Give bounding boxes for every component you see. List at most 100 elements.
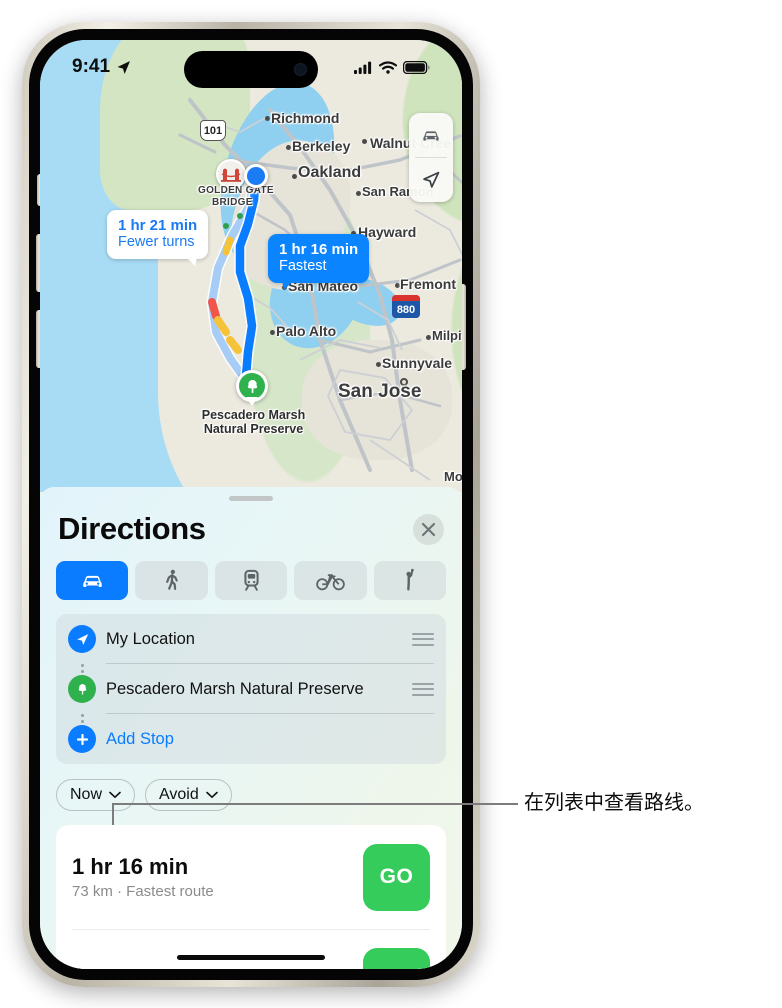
- highway-shield-880: 880: [392, 295, 420, 318]
- route-callout-fastest[interactable]: 1 hr 16 min Fastest: [268, 234, 370, 290]
- mode-ride[interactable]: [373, 561, 447, 600]
- route-card-info: 1 hr 21 min: [72, 967, 188, 969]
- plus-icon: [68, 725, 96, 753]
- route-card[interactable]: 1 hr 21 min GO: [72, 929, 430, 969]
- bicycle-icon: [316, 574, 345, 591]
- add-stop-field[interactable]: Add Stop: [56, 714, 434, 764]
- park-tree-pin-icon[interactable]: [236, 370, 268, 402]
- map-city-dot: [362, 139, 367, 144]
- map-place-label: Morgan Hil: [444, 469, 462, 484]
- route-options-chips: Now Avoid: [56, 779, 446, 811]
- map-place-label: Milpitas: [432, 328, 462, 343]
- add-stop-label: Add Stop: [106, 729, 174, 748]
- map-place-label: Sunnyvale: [382, 355, 453, 371]
- status-bar-time-group: 9:41: [72, 56, 132, 78]
- user-location-dot-icon: [244, 164, 268, 188]
- map-canvas[interactable]: GOLDEN GATE BRIDGE Pescadero Marsh Natura…: [40, 40, 462, 492]
- map-place-label: Fremont: [400, 276, 456, 292]
- phone-bezel: GOLDEN GATE BRIDGE Pescadero Marsh Natura…: [29, 29, 473, 980]
- route-callout-fastest-duration: 1 hr 16 min: [279, 241, 359, 258]
- phone-frame: GOLDEN GATE BRIDGE Pescadero Marsh Natura…: [22, 22, 480, 987]
- map-city-dot: [265, 116, 270, 121]
- golden-gate-label-line2: BRIDGE: [212, 197, 253, 208]
- highway-shield-101: 101: [200, 120, 226, 141]
- map-city-dot: [292, 174, 297, 179]
- route-card[interactable]: 1 hr 16 min 73 km · Fastest route GO: [72, 825, 430, 929]
- tree-glyph: [247, 379, 257, 393]
- route-endpoints-group: My Location Pescadero Marsh Natural Pres…: [56, 614, 446, 764]
- depart-time-chip[interactable]: Now: [56, 779, 136, 811]
- annotation-leader-line-vertical: [112, 803, 114, 825]
- mode-walk[interactable]: [135, 561, 208, 600]
- route-detail: 73 km · Fastest route: [72, 883, 214, 900]
- map-place-label: Palo Alto: [276, 323, 337, 339]
- map-controls-pill: [409, 113, 453, 202]
- highway-shield-880-number: 880: [392, 301, 420, 318]
- page-title: Directions: [58, 511, 206, 546]
- destination-field[interactable]: Pescadero Marsh Natural Preserve: [56, 664, 434, 714]
- phone-screen: GOLDEN GATE BRIDGE Pescadero Marsh Natura…: [40, 40, 462, 969]
- route-card-info: 1 hr 16 min 73 km · Fastest route: [72, 854, 214, 900]
- avoid-chip-label: Avoid: [159, 786, 199, 803]
- route-callout-alternate-duration: 1 hr 21 min: [118, 217, 198, 234]
- location-arrow-icon: [117, 60, 131, 74]
- front-camera-icon: [294, 63, 307, 76]
- chevron-down-icon: [205, 791, 218, 799]
- location-arrow-glyph: [76, 633, 88, 645]
- route-callout-fastest-note: Fastest: [279, 258, 327, 274]
- map-city-dot: [426, 335, 431, 340]
- go-button[interactable]: GO: [363, 948, 430, 969]
- status-time-label: 9:41: [72, 56, 111, 77]
- go-button[interactable]: GO: [363, 843, 430, 911]
- dynamic-island: [184, 51, 318, 88]
- mode-cycle[interactable]: [294, 561, 367, 600]
- status-bar-indicators: [354, 60, 430, 74]
- mode-drive[interactable]: [56, 561, 129, 600]
- home-indicator[interactable]: [177, 955, 325, 960]
- route-duration: 1 hr 16 min: [72, 854, 189, 879]
- avoid-chip[interactable]: Avoid: [145, 779, 232, 811]
- cellular-signal-icon: [354, 61, 372, 74]
- destination-map-label: Pescadero Marsh Natural Preserve: [201, 408, 306, 436]
- bridge-glyph: [221, 168, 241, 182]
- map-city-dot: [286, 145, 291, 150]
- park-tree-pin-icon: [68, 675, 96, 703]
- reorder-handle-destination[interactable]: [412, 682, 434, 696]
- map-place-label: Berkeley: [292, 138, 351, 154]
- sheet-grab-handle[interactable]: [229, 496, 273, 501]
- wifi-icon: [379, 60, 397, 74]
- navigation-arrow-icon: [423, 171, 440, 188]
- annotation-text: 在列表中查看路线。: [524, 792, 704, 814]
- golden-gate-label-line1: GOLDEN GATE: [198, 185, 274, 196]
- close-button[interactable]: [413, 513, 444, 545]
- start-field[interactable]: My Location: [56, 614, 434, 664]
- start-field-value: My Location: [106, 629, 195, 648]
- sheet-header: Directions: [56, 511, 446, 547]
- destination-field-value: Pescadero Marsh Natural Preserve: [106, 679, 364, 698]
- map-city-dot: [270, 330, 275, 335]
- rideshare-icon: [406, 568, 415, 591]
- map-place-label: San Jose: [338, 381, 422, 402]
- annotation-leader-line-horizontal: [112, 803, 518, 805]
- close-icon: [421, 522, 436, 536]
- driving-mode-button[interactable]: [409, 113, 453, 157]
- transport-mode-selector: [56, 561, 447, 600]
- location-arrow-icon: [68, 625, 96, 653]
- directions-sheet: Directions My Location Pescadero Marsh N…: [40, 487, 462, 969]
- mode-transit[interactable]: [214, 561, 288, 600]
- plus-glyph: [76, 733, 88, 745]
- transit-icon: [243, 569, 259, 591]
- map-place-label: Oakland: [298, 164, 362, 181]
- map-place-label: Richmond: [271, 110, 340, 126]
- walk-icon: [166, 569, 178, 590]
- battery-icon: [403, 60, 430, 74]
- chevron-down-icon: [109, 791, 121, 799]
- reorder-handle-start[interactable]: [412, 632, 434, 646]
- car-icon: [82, 575, 102, 588]
- depart-time-chip-label: Now: [70, 786, 103, 803]
- route-list: 1 hr 16 min 73 km · Fastest route GO 1 h…: [56, 825, 446, 969]
- recenter-button[interactable]: [409, 158, 453, 202]
- route-callout-alternate[interactable]: 1 hr 21 min Fewer turns: [107, 210, 209, 266]
- car-icon: [423, 131, 439, 141]
- tree-glyph: [78, 683, 86, 695]
